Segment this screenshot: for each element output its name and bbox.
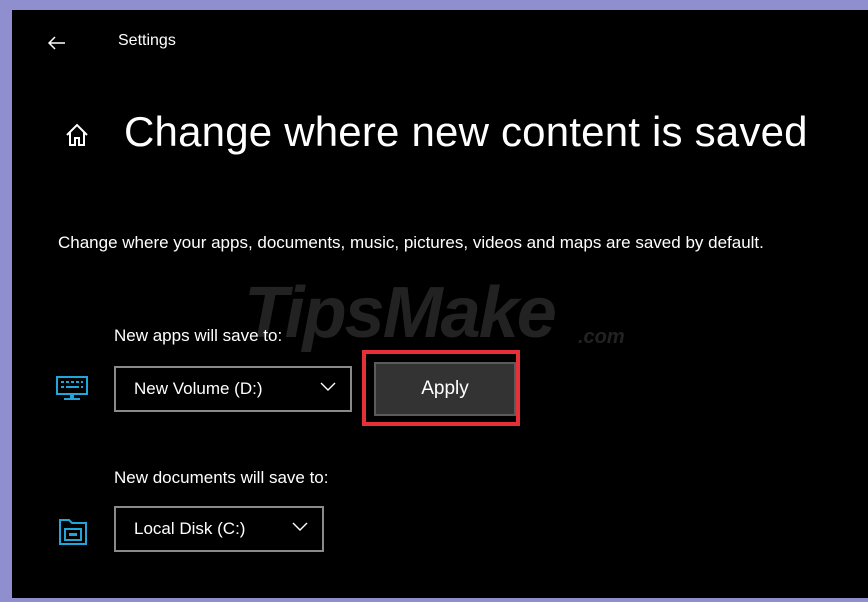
home-icon [66, 123, 88, 146]
apply-button[interactable]: Apply [374, 362, 516, 416]
watermark-logo: TipsMake [244, 273, 557, 353]
monitor-keyboard-icon [56, 376, 88, 400]
back-arrow-icon [48, 36, 65, 50]
page-title: Change where new content is saved [124, 108, 808, 155]
back-button[interactable] [42, 28, 72, 58]
page-description: Change where your apps, documents, music… [58, 233, 764, 252]
apps-drive-value: New Volume (D:) [134, 379, 263, 398]
folder-drive-icon [59, 519, 87, 545]
documents-save-label: New documents will save to: [114, 468, 329, 487]
app-title: Settings [118, 32, 176, 49]
documents-drive-value: Local Disk (C:) [134, 519, 246, 538]
settings-window: Settings Change where new content is sav… [12, 10, 868, 598]
watermark-suffix: .com [578, 326, 625, 348]
title-bar: Settings [12, 10, 868, 72]
chevron-down-icon [292, 522, 308, 531]
documents-drive-dropdown[interactable]: Local Disk (C:) [114, 506, 324, 552]
apps-save-label: New apps will save to: [114, 326, 283, 345]
apps-drive-dropdown[interactable]: New Volume (D:) [114, 366, 352, 412]
chevron-down-icon [320, 382, 336, 391]
